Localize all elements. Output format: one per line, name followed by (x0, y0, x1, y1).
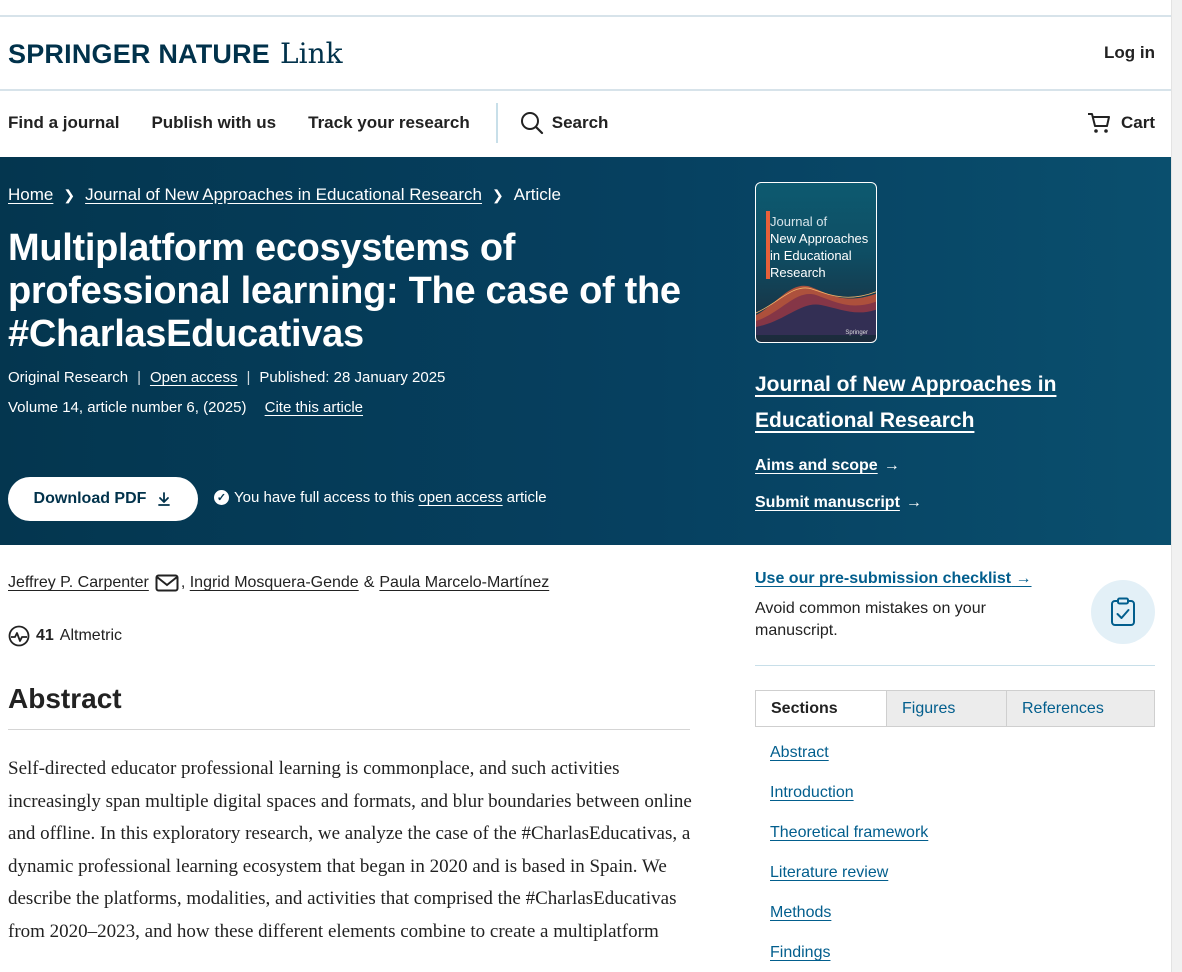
access-note-post: article (506, 489, 547, 506)
breadcrumb-journal[interactable]: Journal of New Approaches in Educational… (85, 185, 482, 205)
altmetric-score: 41 (36, 627, 54, 644)
article-title: Multiplatform ecosystems of professional… (8, 227, 681, 355)
nav-track-research[interactable]: Track your research (308, 113, 470, 133)
submit-manuscript-link[interactable]: Submit manuscript (755, 494, 900, 511)
login-link[interactable]: Log in (1104, 43, 1155, 63)
author-link[interactable]: Paula Marcelo-Martínez (379, 574, 549, 592)
cart-button[interactable]: Cart (1087, 112, 1155, 134)
altmetric-label: Altmetric (59, 627, 123, 644)
clipboard-check-icon (1111, 597, 1135, 626)
aims-scope-link[interactable]: Aims and scope (755, 457, 878, 474)
cover-title-prefix: Journal of (770, 214, 828, 229)
cover-publisher: Springer (845, 330, 868, 336)
abstract-divider (8, 729, 690, 730)
journal-cover[interactable]: Journal of New Approaches in Educational… (755, 182, 877, 343)
aims-scope: Aims and scope → (755, 457, 900, 475)
author-list: Jeffrey P. Carpenter , Ingrid Mosquera-G… (8, 574, 550, 592)
journal-name: Journal of New Approaches in Educational… (755, 367, 1075, 439)
altmetric-badge[interactable]: 41 Altmetric (8, 625, 122, 647)
journal-name-link[interactable]: Journal of New Approaches in Educational… (755, 373, 1056, 432)
open-access-link[interactable]: Open access (150, 369, 238, 386)
arrow-right-icon: → (1015, 570, 1032, 587)
cite-article-link[interactable]: Cite this article (265, 399, 363, 416)
nav-divider (495, 103, 498, 143)
arrow-right-icon: → (883, 457, 900, 474)
sections-list: Abstract Introduction Theoretical framew… (770, 744, 928, 972)
page: SPRINGER NATURE Link Log in Find a journ… (0, 0, 1171, 972)
download-pdf-label: Download PDF (33, 490, 147, 507)
tab-figures[interactable]: Figures (886, 691, 1006, 726)
springer-nature-link-logo[interactable]: SPRINGER NATURE Link (8, 37, 343, 70)
tab-references[interactable]: References (1006, 691, 1154, 726)
search-label: Search (551, 113, 609, 132)
sidebar-divider (755, 665, 1155, 666)
checklist-link[interactable]: Use our pre-submission checklist → (755, 570, 1032, 587)
breadcrumb: Home ❯ Journal of New Approaches in Educ… (8, 185, 561, 205)
section-link-literature-review[interactable]: Literature review (770, 864, 928, 904)
article-sidebar: Use our pre-submission checklist → Avoid… (755, 570, 1155, 961)
access-note-pre: You have full access to this (234, 489, 415, 506)
checklist-badge (1091, 580, 1155, 644)
abstract-text: Self-directed educator professional lear… (8, 758, 692, 942)
meta-divider: | (137, 369, 141, 386)
cover-title: Journal of New Approaches in Educational… (770, 213, 874, 281)
mail-icon[interactable] (155, 574, 179, 592)
altmetric-icon (8, 625, 30, 647)
arrow-right-icon: → (905, 494, 922, 511)
article-volume: Volume 14, article number 6, (2025) (8, 399, 247, 416)
download-pdf-button[interactable]: Download PDF (8, 477, 198, 521)
checklist-link-label: Use our pre-submission checklist (755, 570, 1012, 587)
chevron-right-icon: ❯ (492, 186, 504, 203)
article-hero: Home ❯ Journal of New Approaches in Educ… (0, 157, 1171, 545)
checklist-description: Avoid common mistakes on your manuscript… (755, 600, 986, 639)
author-link[interactable]: Ingrid Mosquera-Gende (190, 574, 359, 592)
section-link-theoretical-framework[interactable]: Theoretical framework (770, 824, 928, 864)
author-link[interactable]: Jeffrey P. Carpenter (8, 574, 149, 592)
section-link-abstract[interactable]: Abstract (770, 744, 928, 784)
access-note: ✓ You have full access to this open acce… (214, 489, 547, 506)
logo-primary: SPRINGER NATURE (8, 38, 271, 69)
cover-title-main: New Approaches in Educational Research (770, 231, 869, 280)
nav-find-journal[interactable]: Find a journal (8, 113, 119, 133)
check-circle-icon: ✓ (214, 490, 229, 505)
search-icon (520, 112, 543, 135)
article-volume-row: Volume 14, article number 6, (2025) Cite… (8, 399, 363, 416)
section-link-introduction[interactable]: Introduction (770, 784, 928, 824)
breadcrumb-current: Article (513, 185, 561, 204)
access-note-link[interactable]: open access (418, 489, 502, 506)
author-separator: & (363, 574, 375, 591)
tab-sections[interactable]: Sections (756, 691, 886, 726)
brand-bar: SPRINGER NATURE Link Log in (0, 17, 1171, 91)
article-type: Original Research (8, 369, 129, 386)
top-border (0, 0, 1171, 17)
abstract-heading: Abstract (8, 683, 122, 714)
section-link-findings[interactable]: Findings (770, 944, 928, 972)
sidebar-tabs: Sections Figures References (755, 690, 1155, 727)
logo-secondary: Link (280, 36, 343, 70)
article-meta: Original Research | Open access | Publis… (8, 369, 445, 386)
vertical-scrollbar[interactable] (1171, 0, 1182, 972)
nav-publish[interactable]: Publish with us (151, 113, 276, 133)
breadcrumb-home[interactable]: Home (8, 185, 53, 205)
cart-icon (1087, 113, 1110, 133)
cover-wave-art (756, 285, 876, 335)
search-button[interactable]: Search (520, 111, 609, 135)
meta-divider: | (246, 369, 251, 386)
published-date: Published: 28 January 2025 (259, 369, 446, 386)
chevron-right-icon: ❯ (63, 186, 76, 203)
submit-manuscript: Submit manuscript → (755, 494, 922, 512)
section-link-methods[interactable]: Methods (770, 904, 928, 944)
cart-label: Cart (1120, 113, 1155, 132)
main-nav: Find a journal Publish with us Track you… (0, 91, 1171, 155)
download-icon (158, 492, 171, 506)
